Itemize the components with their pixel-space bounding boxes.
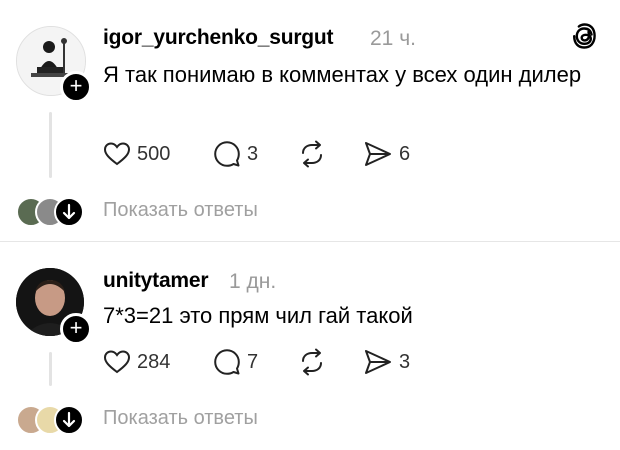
heart-icon xyxy=(103,142,131,166)
username[interactable]: igor_yurchenko_surgut xyxy=(103,26,334,50)
comment-bubble-icon xyxy=(214,141,240,167)
repost-button[interactable] xyxy=(298,346,332,378)
action-bar: 500 3 6 xyxy=(103,138,463,170)
comment-button[interactable]: 3 xyxy=(213,138,258,170)
comment-count: 3 xyxy=(247,142,259,165)
like-count: 284 xyxy=(137,350,171,373)
reply-avatar xyxy=(54,197,84,227)
share-count: 6 xyxy=(399,142,411,165)
share-button[interactable]: 6 xyxy=(363,138,410,170)
show-replies-label[interactable]: Показать ответы xyxy=(103,407,258,430)
like-button[interactable]: 284 xyxy=(103,346,170,378)
post-time: 1 дн. xyxy=(229,270,277,293)
follow-plus-icon[interactable]: + xyxy=(60,71,92,103)
share-count: 3 xyxy=(399,350,411,373)
like-button[interactable]: 500 xyxy=(103,138,170,170)
repost-icon xyxy=(302,348,322,376)
comment-button[interactable]: 7 xyxy=(213,346,258,378)
show-replies-row[interactable]: Показать ответы xyxy=(16,197,316,227)
thread-line xyxy=(49,352,52,386)
reply-avatar xyxy=(54,405,84,435)
post-2: + unitytamer 1 дн. 7*3=21 это прям чил г… xyxy=(0,242,620,450)
repost-button[interactable] xyxy=(298,138,332,170)
share-button[interactable]: 3 xyxy=(363,346,410,378)
arrow-down-icon xyxy=(62,411,76,428)
follow-plus-icon[interactable]: + xyxy=(60,313,92,345)
like-count: 500 xyxy=(137,142,171,165)
action-bar: 284 7 3 xyxy=(103,346,463,378)
send-icon xyxy=(365,350,391,374)
arrow-down-icon xyxy=(62,203,76,220)
heart-icon xyxy=(103,350,131,374)
post-text: Я так понимаю в комментах у всех один ди… xyxy=(103,62,582,87)
show-replies-label[interactable]: Показать ответы xyxy=(103,199,258,222)
post-text: 7*3=21 это прям чил гай такой xyxy=(103,303,413,328)
repost-icon xyxy=(302,140,322,168)
username[interactable]: unitytamer xyxy=(103,269,209,293)
comment-count: 7 xyxy=(247,350,259,373)
send-icon xyxy=(365,142,391,166)
thread-line xyxy=(49,112,52,178)
show-replies-row[interactable]: Показать ответы xyxy=(16,405,316,435)
comment-bubble-icon xyxy=(214,349,240,375)
post-1: + igor_yurchenko_surgut 21 ч. Я так пони… xyxy=(0,0,620,240)
post-time: 21 ч. xyxy=(370,27,416,50)
